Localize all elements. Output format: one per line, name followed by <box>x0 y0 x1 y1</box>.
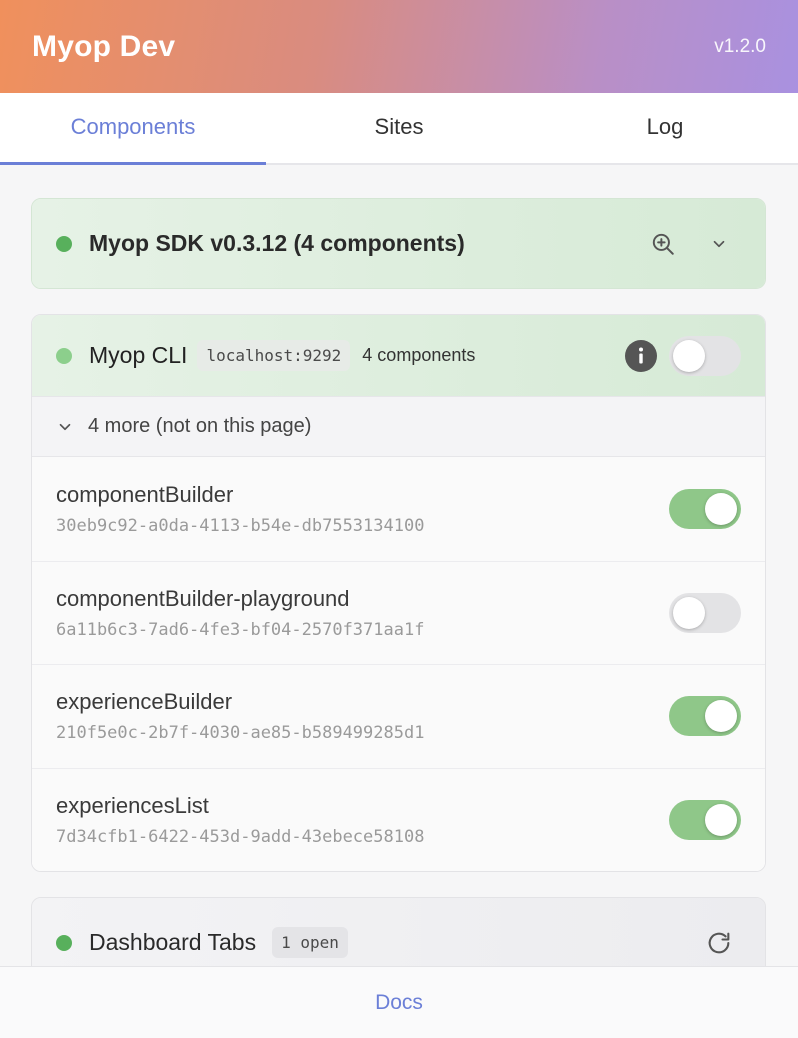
refresh-icon[interactable] <box>697 921 741 965</box>
tab-bar: Components Sites Log <box>0 93 798 165</box>
sdk-card-header[interactable]: Myop SDK v0.3.12 (4 components) <box>32 199 765 288</box>
chevron-down-icon[interactable] <box>697 222 741 266</box>
version-label: v1.2.0 <box>714 35 766 57</box>
component-id: 7d34cfb1-6422-453d-9add-43ebece58108 <box>56 826 425 847</box>
more-label: 4 more (not on this page) <box>88 415 312 437</box>
footer: Docs <box>0 966 798 1038</box>
tab-log[interactable]: Log <box>532 92 798 162</box>
tab-sites[interactable]: Sites <box>266 92 532 162</box>
app-header: Myop Dev v1.2.0 <box>0 0 798 93</box>
component-id: 30eb9c92-a0da-4113-b54e-db7553134100 <box>56 515 425 536</box>
zoom-in-icon[interactable] <box>641 222 685 266</box>
toggle-knob <box>673 339 705 372</box>
toggle-knob <box>705 492 737 525</box>
components-panel: Myop SDK v0.3.12 (4 components) Myop CLI… <box>0 165 798 966</box>
sdk-card: Myop SDK v0.3.12 (4 components) <box>31 198 766 289</box>
cli-toggle[interactable] <box>669 335 741 376</box>
info-icon[interactable] <box>619 334 663 378</box>
more-components-toggle[interactable]: 4 more (not on this page) <box>32 396 765 457</box>
cli-title: Myop CLI <box>89 342 188 368</box>
status-dot <box>56 934 72 951</box>
component-count: 4 components <box>362 345 476 365</box>
component-name: componentBuilder <box>56 481 234 507</box>
sdk-title: Myop SDK v0.3.12 (4 components) <box>89 230 465 256</box>
component-id: 6a11b6c3-7ad6-4fe3-bf04-2570f371aa1f <box>56 619 425 640</box>
toggle-knob <box>673 596 705 629</box>
dashboard-title: Dashboard Tabs <box>89 929 257 955</box>
component-id: 210f5e0c-2b7f-4030-ae85-b589499285d1 <box>56 723 425 744</box>
component-toggle[interactable] <box>669 799 741 840</box>
status-dot <box>56 347 72 364</box>
status-dot <box>56 235 72 252</box>
cli-card: Myop CLI localhost:9292 4 components 4 m… <box>31 314 766 872</box>
toggle-knob <box>705 803 737 836</box>
dashboard-card: Dashboard Tabs 1 open <box>31 897 766 966</box>
component-row: experiencesList 7d34cfb1-6422-453d-9add-… <box>32 767 765 871</box>
tab-components[interactable]: Components <box>0 92 266 165</box>
component-row: componentBuilder-playground 6a11b6c3-7ad… <box>32 560 765 664</box>
component-name: componentBuilder-playground <box>56 585 350 611</box>
docs-link[interactable]: Docs <box>375 991 423 1015</box>
app-title: Myop Dev <box>32 29 176 63</box>
chevron-down-icon <box>59 423 71 430</box>
component-row: componentBuilder 30eb9c92-a0da-4113-b54e… <box>32 457 765 561</box>
dashboard-card-header[interactable]: Dashboard Tabs 1 open <box>32 898 765 966</box>
toggle-knob <box>705 700 737 733</box>
cli-card-header: Myop CLI localhost:9292 4 components <box>32 315 765 396</box>
component-toggle[interactable] <box>669 696 741 737</box>
host-badge: localhost:9292 <box>197 340 351 371</box>
component-toggle[interactable] <box>669 488 741 529</box>
component-toggle[interactable] <box>669 592 741 633</box>
component-name: experienceBuilder <box>56 689 233 715</box>
component-name: experiencesList <box>56 792 209 818</box>
open-badge: 1 open <box>272 927 348 958</box>
component-row: experienceBuilder 210f5e0c-2b7f-4030-ae8… <box>32 664 765 768</box>
